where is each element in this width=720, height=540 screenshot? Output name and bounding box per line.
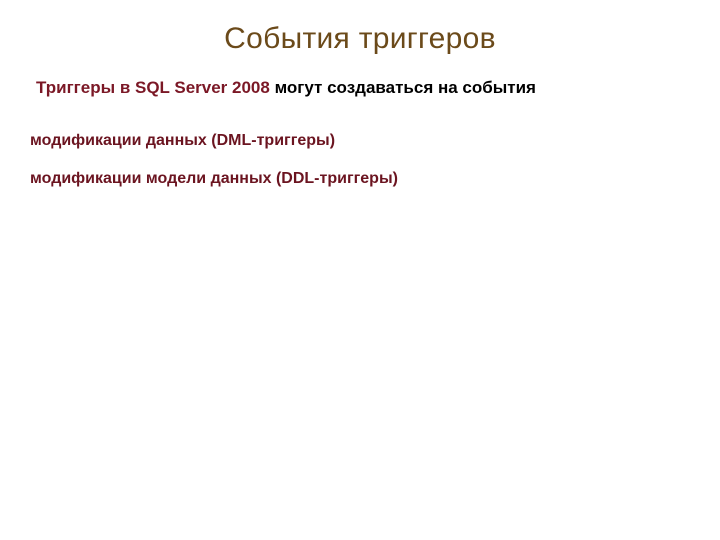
slide-title: События триггеров xyxy=(28,22,692,56)
bullet-item: модификации данных (DML-триггеры) xyxy=(28,132,692,150)
intro-line: Триггеры в SQL Server 2008 могут создава… xyxy=(28,78,692,98)
slide: События триггеров Триггеры в SQL Server … xyxy=(0,0,720,540)
intro-highlight: Триггеры в SQL Server 2008 xyxy=(36,78,275,97)
bullet-item: модификации модели данных (DDL-триггеры) xyxy=(28,170,692,188)
intro-rest: могут создаваться на события xyxy=(275,78,536,97)
